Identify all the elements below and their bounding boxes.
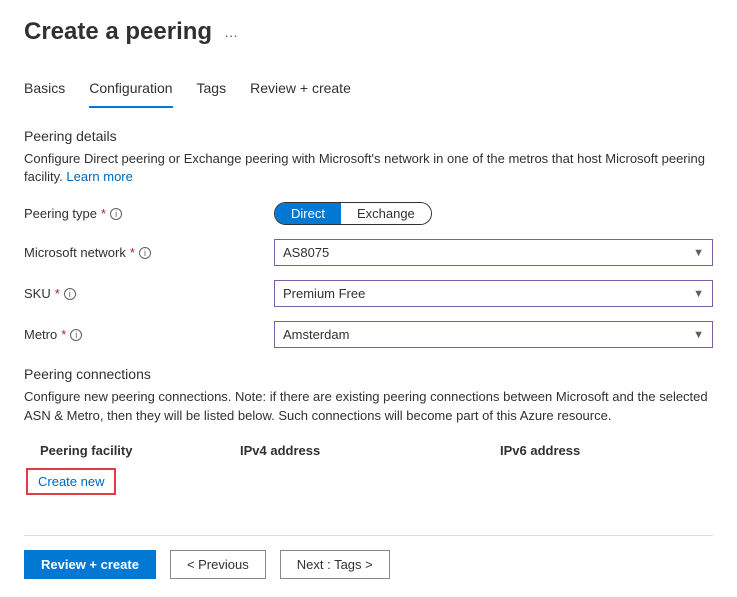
sku-label: SKU (24, 286, 51, 301)
create-new-link[interactable]: Create new (38, 474, 104, 489)
peering-details-heading: Peering details (24, 128, 713, 144)
review-create-button[interactable]: Review + create (24, 550, 156, 579)
sku-value: Premium Free (283, 286, 365, 301)
info-icon[interactable]: i (64, 288, 76, 300)
next-button[interactable]: Next : Tags > (280, 550, 390, 579)
ms-network-dropdown[interactable]: AS8075 ▼ (274, 239, 713, 266)
tab-tags[interactable]: Tags (197, 74, 227, 108)
info-icon[interactable]: i (110, 208, 122, 220)
peering-connections-heading: Peering connections (24, 366, 713, 382)
column-peering-facility: Peering facility (40, 443, 200, 458)
required-indicator: * (101, 206, 106, 221)
create-new-highlight: Create new (26, 468, 116, 495)
metro-label: Metro (24, 327, 57, 342)
chevron-down-icon: ▼ (693, 247, 704, 259)
required-indicator: * (130, 245, 135, 260)
metro-value: Amsterdam (283, 327, 349, 342)
learn-more-link[interactable]: Learn more (66, 169, 132, 184)
info-icon[interactable]: i (70, 329, 82, 341)
info-icon[interactable]: i (139, 247, 151, 259)
ms-network-label: Microsoft network (24, 245, 126, 260)
wizard-footer: Review + create < Previous Next : Tags > (24, 535, 713, 579)
peering-type-direct[interactable]: Direct (275, 203, 341, 224)
ms-network-value: AS8075 (283, 245, 329, 260)
peering-connections-desc: Configure new peering connections. Note:… (24, 388, 713, 424)
required-indicator: * (61, 327, 66, 342)
chevron-down-icon: ▼ (693, 329, 704, 341)
metro-dropdown[interactable]: Amsterdam ▼ (274, 321, 713, 348)
page-title: Create a peering (24, 18, 212, 46)
tab-basics[interactable]: Basics (24, 74, 65, 108)
column-ipv4-address: IPv4 address (240, 443, 460, 458)
required-indicator: * (55, 286, 60, 301)
peering-type-label: Peering type (24, 206, 97, 221)
tab-bar: Basics Configuration Tags Review + creat… (24, 74, 713, 108)
tab-configuration[interactable]: Configuration (89, 74, 172, 108)
sku-dropdown[interactable]: Premium Free ▼ (274, 280, 713, 307)
peering-type-exchange[interactable]: Exchange (341, 203, 431, 224)
connections-table-header: Peering facility IPv4 address IPv6 addre… (24, 443, 713, 458)
chevron-down-icon: ▼ (693, 288, 704, 300)
column-ipv6-address: IPv6 address (500, 443, 680, 458)
peering-type-toggle: Direct Exchange (274, 202, 432, 225)
tab-review-create[interactable]: Review + create (250, 74, 351, 108)
more-actions-icon[interactable]: … (224, 24, 239, 40)
previous-button[interactable]: < Previous (170, 550, 266, 579)
peering-details-desc: Configure Direct peering or Exchange pee… (24, 150, 713, 186)
